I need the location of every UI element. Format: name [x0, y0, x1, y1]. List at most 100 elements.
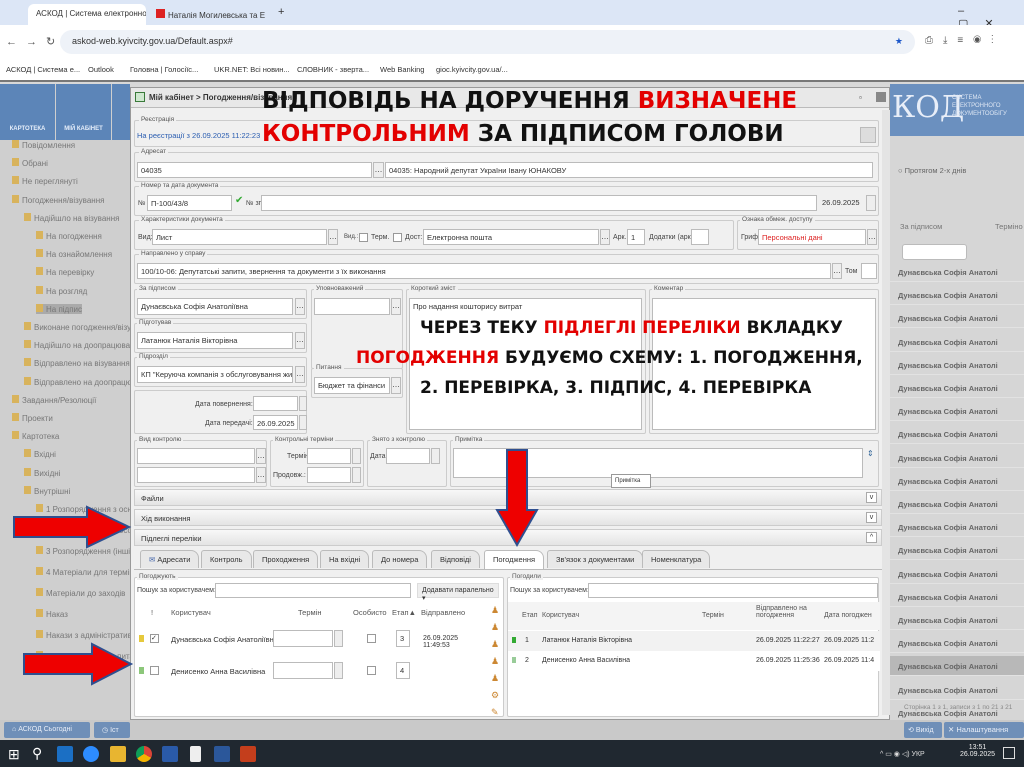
control-type-input[interactable]	[137, 448, 255, 464]
askod-today-button[interactable]: ⌂ АСКОД Сьогодні	[4, 722, 90, 738]
column-header[interactable]: Термін	[298, 608, 321, 617]
sheets-input[interactable]: 1	[627, 229, 645, 245]
list-item[interactable]: Дунаєвська Софія Анатолі	[890, 494, 1024, 514]
browser-toolbar-icons[interactable]: ⎙⤓≡◉⋮	[925, 35, 1004, 46]
maximize-icon[interactable]: ▫	[859, 93, 862, 102]
classification-picker-button[interactable]: …	[867, 229, 877, 245]
tree-item[interactable]: На ознайомлення	[36, 249, 112, 259]
zp-input[interactable]	[261, 195, 817, 211]
return-date-input[interactable]	[253, 396, 298, 411]
my-cabinet-button[interactable]: МІЙ КАБІНЕТ	[56, 84, 111, 140]
type-picker-button[interactable]: …	[328, 229, 338, 245]
column-header[interactable]: Термін	[702, 612, 724, 619]
approved-search-input[interactable]	[588, 583, 878, 598]
filter-input[interactable]	[902, 244, 967, 260]
extend-input[interactable]	[307, 467, 351, 483]
bookmark-star-icon[interactable]: ★	[895, 36, 903, 47]
list-item[interactable]: Дунаєвська Софія Анатолі	[890, 564, 1024, 584]
list-item[interactable]: Дунаєвська Софія Анатолі	[890, 680, 1024, 700]
list-item[interactable]: Дунаєвська Софія Анатолі	[890, 633, 1024, 654]
tab-incoming[interactable]: На вхідні	[320, 550, 370, 568]
picker-button[interactable]: …	[256, 467, 266, 483]
list-item[interactable]: Дунаєвська Софія Анатолі	[890, 517, 1024, 538]
radio-2-days[interactable]: ○ Протягом 2-х днів	[898, 166, 966, 175]
document-icon[interactable]	[190, 746, 201, 762]
outlook-icon[interactable]	[57, 746, 73, 762]
column-header[interactable]: Етап	[522, 612, 537, 619]
picker-button[interactable]: …	[256, 448, 266, 464]
tree-item[interactable]: Повідомлення	[12, 140, 75, 150]
bookmark[interactable]: АСКОД | Система е...	[6, 65, 80, 74]
list-item[interactable]: Дунаєвська Софія Анатолі	[890, 332, 1024, 352]
addressee-name-input[interactable]: 04035: Народний депутат України Івану ЮН…	[385, 162, 873, 178]
browser-tab-video[interactable]: Наталія Могилевська та Е	[148, 4, 270, 25]
list-item[interactable]: Дунаєвська Софія Анатолі	[890, 448, 1024, 468]
column-header[interactable]: Відправлено на погодження	[756, 605, 816, 619]
removed-date-input[interactable]	[386, 448, 430, 464]
settings-button[interactable]: ✕ Налаштування	[944, 722, 1024, 738]
list-item[interactable]: Дунаєвська Софія Анатолі	[890, 540, 1024, 561]
calendar-icon[interactable]	[431, 448, 440, 464]
delivery-input[interactable]: Електронна пошта	[423, 229, 599, 245]
list-item[interactable]: Дунаєвська Софія Анатолі	[890, 378, 1024, 398]
tree-item[interactable]: Вхідні	[24, 449, 56, 459]
tree-item[interactable]: На погодження	[36, 231, 102, 241]
tree-item[interactable]: Погодження/візування	[12, 194, 104, 205]
tab-passage[interactable]: Проходження	[253, 550, 319, 568]
tree-item[interactable]: Наказ	[36, 609, 68, 619]
column-header[interactable]: Етап▲	[392, 608, 416, 617]
expand-icon[interactable]: v	[866, 512, 877, 523]
personal-checkbox[interactable]	[367, 666, 376, 675]
control-type-input-2[interactable]	[137, 467, 255, 483]
signer-picker-button[interactable]: …	[295, 298, 305, 315]
term-input[interactable]	[307, 448, 351, 464]
list-item[interactable]: Дунаєвська Софія Анатолі	[890, 587, 1024, 607]
file-explorer-icon[interactable]	[110, 746, 126, 762]
url-input[interactable]: askod-web.kyivcity.gov.ua/Default.aspx# ★	[60, 30, 915, 54]
question-input[interactable]: Бюджет та фінанси	[314, 377, 390, 394]
tree-item[interactable]: На розгляд	[36, 285, 87, 296]
chrome-icon[interactable]	[136, 746, 152, 762]
bookmark[interactable]: СЛОВНИК - зверта...	[297, 65, 369, 74]
personal-checkbox[interactable]	[367, 634, 376, 643]
close-icon[interactable]	[876, 92, 886, 102]
table-row[interactable]: ✓ Дунаєвська Софія Анатоліївна 3 26.09.2…	[135, 630, 480, 654]
term-input[interactable]	[273, 630, 333, 647]
nav-buttons[interactable]: ←→↻	[6, 35, 64, 48]
tree-item[interactable]: Надійшло на візування	[24, 212, 119, 223]
attachments-input[interactable]	[691, 229, 709, 245]
history-button[interactable]: ◷ Іст	[94, 722, 130, 738]
department-input[interactable]: КП "Керуюча компанія з обслуговування жи…	[137, 366, 293, 383]
tray-icons[interactable]: ^ ▭ ◉ ◁) УКР	[880, 750, 925, 758]
list-item[interactable]: Дунаєвська Софія Анатолі	[890, 656, 1024, 677]
word-icon[interactable]	[214, 746, 230, 762]
authorized-picker-button[interactable]: …	[391, 298, 401, 315]
tab-links[interactable]: Зв'язок з документами	[547, 550, 644, 568]
table-row[interactable]: Денисенко Анна Василівна 4	[135, 662, 480, 686]
table-row[interactable]: 2 Денисенко Анна Василівна 26.09.2025 11:2…	[508, 651, 880, 671]
collapse-icon[interactable]: ^	[866, 532, 877, 543]
calendar-icon[interactable]	[352, 448, 361, 464]
column-header[interactable]: Дата погоджен	[824, 612, 872, 619]
tree-item[interactable]: Обрані	[12, 158, 48, 168]
column-header[interactable]: Особисто	[353, 608, 387, 617]
document-number-input[interactable]: П-100/43/8	[147, 195, 232, 211]
document-type-input[interactable]: Лист	[152, 229, 327, 245]
toolbar-button[interactable]	[112, 84, 130, 140]
bookmark[interactable]: UKR.NET: Всі новин...	[214, 65, 290, 74]
question-picker-button[interactable]: …	[391, 377, 401, 394]
term-input[interactable]	[273, 662, 333, 679]
list-item[interactable]: Дунаєвська Софія Анатолі	[890, 262, 1024, 282]
tab-answers[interactable]: Відповіді	[431, 550, 480, 568]
term-checkbox[interactable]	[393, 233, 402, 242]
stage-input[interactable]: 4	[396, 662, 410, 679]
save-icon[interactable]: ⇕	[867, 449, 874, 458]
add-mode-dropdown[interactable]: Додавати паралельно ▾	[417, 583, 499, 602]
tab-addressees[interactable]: ✉ Адресати	[140, 550, 200, 568]
tab-approval[interactable]: Погодження	[484, 550, 545, 569]
volume-input[interactable]	[861, 263, 877, 279]
bookmark[interactable]: gioc.kyivcity.gov.ua/...	[436, 65, 508, 74]
transfer-date-input[interactable]: 26.09.2025	[253, 415, 298, 430]
tree-item[interactable]: Надійшло на доопрацювання	[24, 340, 143, 350]
column-header[interactable]: За підписом	[900, 222, 942, 231]
